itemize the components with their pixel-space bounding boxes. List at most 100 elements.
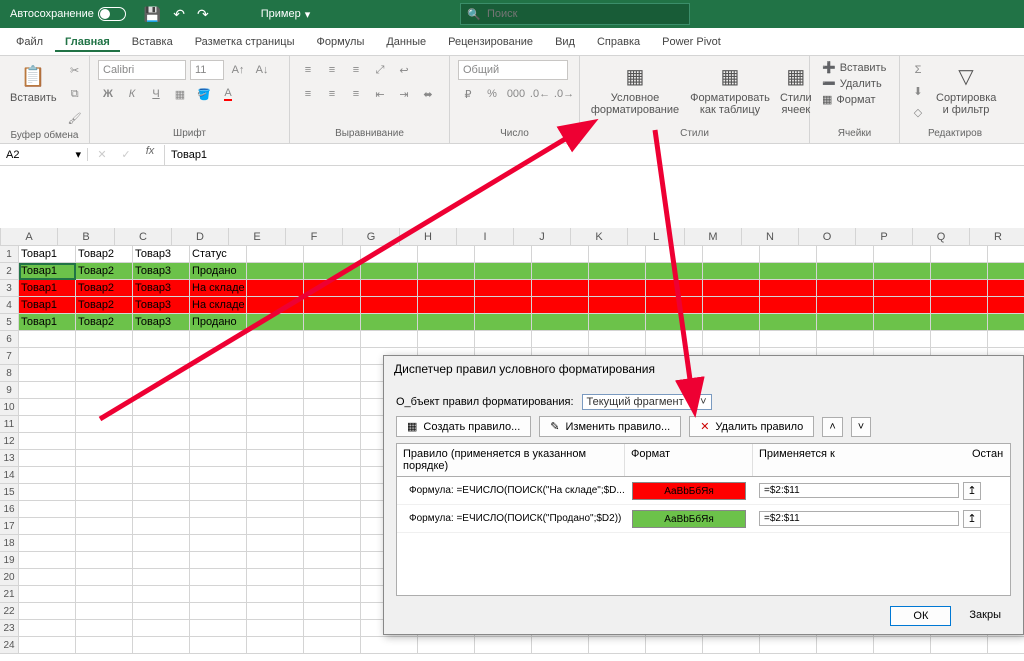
- align-center-icon[interactable]: ≡: [322, 84, 342, 104]
- delete-rule-button[interactable]: ✕Удалить правило: [689, 416, 814, 437]
- cell[interactable]: [874, 280, 931, 297]
- cell[interactable]: [76, 637, 133, 654]
- cell[interactable]: [247, 365, 304, 382]
- cell[interactable]: [76, 365, 133, 382]
- row-header[interactable]: 22: [0, 603, 19, 620]
- cell[interactable]: [646, 314, 703, 331]
- cell[interactable]: [817, 280, 874, 297]
- conditional-formatting-button[interactable]: ▦ Условное форматирование: [588, 60, 682, 118]
- cell[interactable]: [133, 603, 190, 620]
- rule-row[interactable]: Формула: =ЕЧИСЛО(ПОИСК("Продано";$D2)) А…: [397, 505, 1010, 533]
- row-header[interactable]: 5: [0, 314, 19, 331]
- cell[interactable]: [19, 603, 76, 620]
- cell[interactable]: [304, 331, 361, 348]
- column-header[interactable]: B: [58, 228, 115, 245]
- cell[interactable]: [190, 518, 247, 535]
- cell[interactable]: Товар1: [19, 280, 76, 297]
- cell[interactable]: [988, 331, 1024, 348]
- cell[interactable]: [589, 331, 646, 348]
- thousands-icon[interactable]: 000: [506, 84, 526, 104]
- row-header[interactable]: 18: [0, 535, 19, 552]
- cell[interactable]: [475, 314, 532, 331]
- cell[interactable]: Товар1: [19, 263, 76, 280]
- move-up-button[interactable]: ˄: [822, 417, 842, 437]
- row-header[interactable]: 13: [0, 450, 19, 467]
- paste-button[interactable]: 📋 Вставить: [8, 60, 59, 106]
- cell[interactable]: Товар2: [76, 280, 133, 297]
- cell[interactable]: [76, 399, 133, 416]
- number-format[interactable]: Общий: [458, 60, 568, 80]
- cell[interactable]: [475, 263, 532, 280]
- cell[interactable]: [247, 416, 304, 433]
- border-icon[interactable]: ▦: [170, 84, 190, 104]
- cell[interactable]: [817, 263, 874, 280]
- cell[interactable]: [133, 382, 190, 399]
- cell[interactable]: [190, 399, 247, 416]
- cell[interactable]: [418, 246, 475, 263]
- formula-input[interactable]: Товар1: [165, 149, 1024, 161]
- column-header[interactable]: J: [514, 228, 571, 245]
- cell[interactable]: [19, 501, 76, 518]
- cell[interactable]: [931, 280, 988, 297]
- cell[interactable]: [418, 637, 475, 654]
- cell[interactable]: [646, 246, 703, 263]
- cell[interactable]: [589, 246, 646, 263]
- cell[interactable]: [703, 331, 760, 348]
- cell[interactable]: Товар1: [19, 314, 76, 331]
- cell[interactable]: [247, 263, 304, 280]
- row-header[interactable]: 11: [0, 416, 19, 433]
- cell[interactable]: Товар2: [76, 314, 133, 331]
- font-color-icon[interactable]: A: [218, 84, 238, 104]
- cell[interactable]: [817, 637, 874, 654]
- cell[interactable]: [646, 637, 703, 654]
- cell[interactable]: [133, 518, 190, 535]
- cell[interactable]: [190, 501, 247, 518]
- cell[interactable]: [190, 552, 247, 569]
- cell[interactable]: [361, 331, 418, 348]
- tab-review[interactable]: Рецензирование: [438, 32, 543, 52]
- applies-to-input[interactable]: =$2:$11: [759, 511, 959, 526]
- orientation-icon[interactable]: ⤢: [370, 60, 390, 80]
- cell[interactable]: [76, 450, 133, 467]
- cell[interactable]: [475, 246, 532, 263]
- enter-icon[interactable]: ✓: [116, 145, 136, 165]
- cell[interactable]: [133, 331, 190, 348]
- cancel-icon[interactable]: ✕: [92, 145, 112, 165]
- cell[interactable]: [703, 314, 760, 331]
- ok-button[interactable]: ОК: [890, 606, 951, 626]
- cell[interactable]: [133, 535, 190, 552]
- cell[interactable]: [304, 382, 361, 399]
- cell[interactable]: [361, 263, 418, 280]
- cell[interactable]: [190, 637, 247, 654]
- cell[interactable]: [247, 433, 304, 450]
- cell[interactable]: [646, 297, 703, 314]
- cell[interactable]: [418, 263, 475, 280]
- cell[interactable]: [532, 314, 589, 331]
- cell[interactable]: [247, 586, 304, 603]
- cell[interactable]: [247, 637, 304, 654]
- cell[interactable]: [817, 314, 874, 331]
- sum-icon[interactable]: Σ: [908, 60, 928, 80]
- row-header[interactable]: 10: [0, 399, 19, 416]
- cell[interactable]: [76, 484, 133, 501]
- cell[interactable]: [133, 484, 190, 501]
- tab-insert[interactable]: Вставка: [122, 32, 183, 52]
- cell[interactable]: [931, 314, 988, 331]
- cell[interactable]: [190, 416, 247, 433]
- row-header[interactable]: 21: [0, 586, 19, 603]
- cell[interactable]: [190, 348, 247, 365]
- column-header[interactable]: F: [286, 228, 343, 245]
- cell[interactable]: [304, 552, 361, 569]
- cell[interactable]: [76, 348, 133, 365]
- cell[interactable]: [532, 331, 589, 348]
- cell[interactable]: [247, 314, 304, 331]
- cell[interactable]: [19, 382, 76, 399]
- cell[interactable]: [361, 314, 418, 331]
- cell[interactable]: [988, 314, 1024, 331]
- cell[interactable]: [190, 450, 247, 467]
- redo-icon[interactable]: ↷: [197, 6, 209, 23]
- row-header[interactable]: 24: [0, 637, 19, 654]
- decrease-decimal-icon[interactable]: .0→: [554, 84, 574, 104]
- range-picker-button[interactable]: ↥: [963, 510, 981, 528]
- cell[interactable]: [304, 365, 361, 382]
